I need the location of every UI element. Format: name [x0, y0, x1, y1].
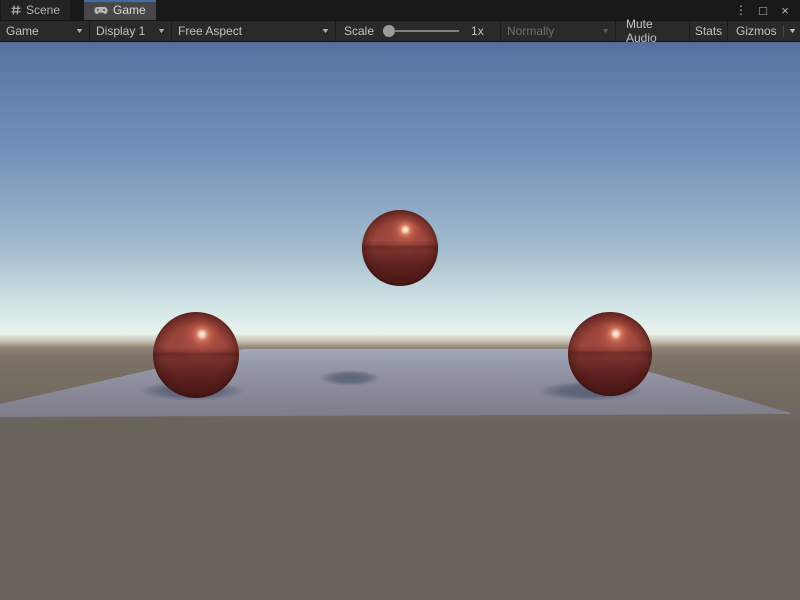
tab-bar: Scene Game ⋮ □ ×	[0, 0, 800, 20]
sky-and-ground	[0, 42, 800, 600]
red-sphere-left	[153, 312, 239, 398]
scale-label: Scale	[344, 24, 374, 38]
sphere-shadow-center	[319, 370, 381, 386]
gizmos-label: Gizmos	[736, 24, 777, 38]
tab-scene[interactable]: Scene	[1, 0, 70, 20]
scale-slider[interactable]	[383, 25, 459, 37]
red-sphere-right	[568, 312, 652, 396]
scale-value: 1x	[471, 24, 491, 38]
unity-game-window: Scene Game ⋮ □ × Game ▼ Display 1 ▼	[0, 0, 800, 600]
grid-icon	[11, 5, 21, 15]
tab-scene-label: Scene	[26, 3, 60, 17]
maximize-icon[interactable]: □	[754, 1, 772, 19]
game-viewport	[0, 42, 800, 600]
gizmos-dropdown-button[interactable]: Gizmos ▼	[728, 21, 800, 41]
stats-label: Stats	[695, 24, 722, 38]
scale-control: Scale 1x	[336, 21, 499, 41]
stats-button[interactable]: Stats	[690, 21, 728, 41]
tab-game[interactable]: Game	[84, 0, 156, 20]
kebab-menu-icon[interactable]: ⋮	[732, 1, 750, 19]
game-popup-label: Game	[6, 24, 39, 38]
display-label: Display 1	[96, 24, 145, 38]
maximize-on-play-label: Normally	[507, 24, 554, 38]
chevron-down-icon: ▼	[75, 28, 84, 35]
red-sphere-center-floating	[362, 210, 438, 286]
window-controls: ⋮ □ ×	[732, 0, 800, 20]
chevron-down-icon: ▼	[321, 28, 330, 35]
tab-game-label: Game	[113, 3, 146, 17]
maximize-on-play-dropdown[interactable]: Normally ▼	[500, 21, 616, 41]
game-view-toolbar: Game ▼ Display 1 ▼ Free Aspect ▼ Scale 1…	[0, 20, 800, 42]
close-icon[interactable]: ×	[776, 1, 794, 19]
gamepad-icon	[94, 6, 108, 15]
mute-audio-button[interactable]: Mute Audio	[616, 21, 690, 41]
display-dropdown[interactable]: Display 1 ▼	[90, 21, 172, 41]
game-popup-dropdown[interactable]: Game ▼	[0, 21, 90, 41]
aspect-ratio-dropdown[interactable]: Free Aspect ▼	[172, 21, 336, 41]
scale-slider-track[interactable]	[394, 30, 459, 32]
chevron-down-icon: ▼	[157, 28, 166, 35]
aspect-label: Free Aspect	[178, 24, 242, 38]
chevron-down-icon: ▼	[788, 28, 797, 35]
mute-audio-label: Mute Audio	[626, 17, 679, 45]
gizmos-divider	[783, 25, 784, 37]
chevron-down-icon: ▼	[601, 28, 610, 35]
